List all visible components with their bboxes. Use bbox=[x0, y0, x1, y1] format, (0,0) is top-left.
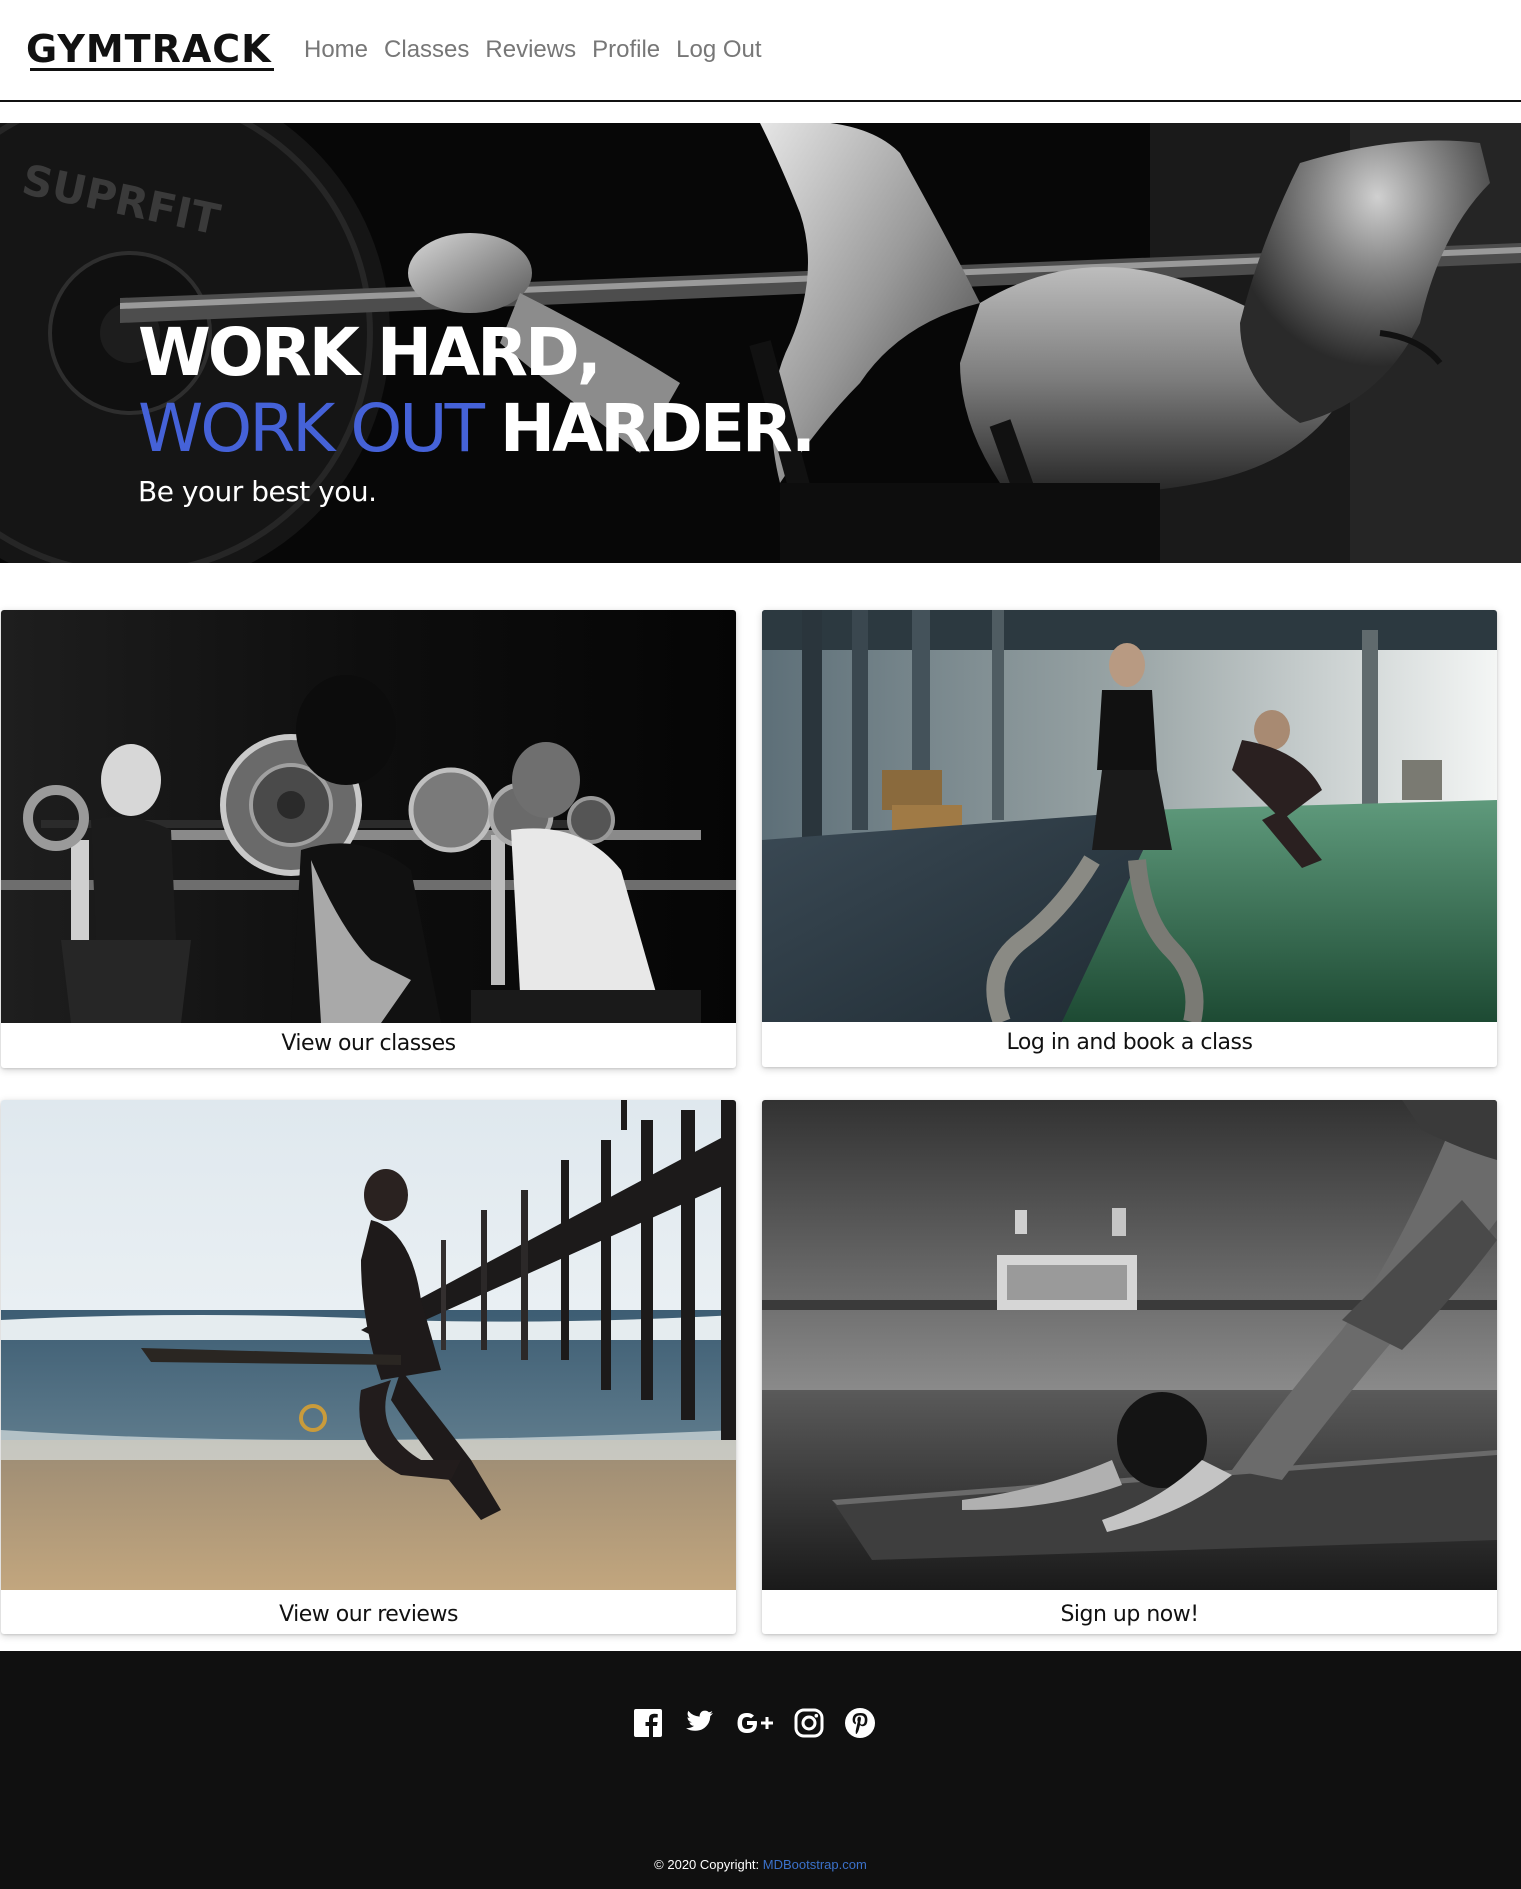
brand-logo[interactable]: GYMTRACK bbox=[26, 28, 272, 70]
pinterest-icon[interactable] bbox=[844, 1707, 876, 1739]
card-sign-up[interactable]: Sign up now! bbox=[762, 1100, 1497, 1634]
nav-link-classes[interactable]: Classes bbox=[384, 36, 469, 64]
card-caption-classes[interactable]: View our classes bbox=[1, 1031, 736, 1056]
beach-runner-pier-photo bbox=[1, 1100, 736, 1590]
card-caption-book[interactable]: Log in and book a class bbox=[762, 1030, 1497, 1055]
facebook-icon[interactable] bbox=[634, 1709, 662, 1737]
nav-link-profile[interactable]: Profile bbox=[592, 36, 660, 64]
copyright-link[interactable]: MDBootstrap.com bbox=[763, 1857, 867, 1872]
nav-link-home[interactable]: Home bbox=[304, 36, 368, 64]
card-caption-reviews[interactable]: View our reviews bbox=[1, 1602, 736, 1627]
hero-banner: SUPRFIT WORK HARD, WORK OUT HARDER. Be y… bbox=[0, 123, 1521, 563]
navbar: GYMTRACK Home Classes Reviews Profile Lo… bbox=[0, 0, 1521, 102]
social-icons bbox=[634, 1707, 876, 1739]
hero-subtitle: Be your best you. bbox=[138, 475, 377, 508]
hero-strong-text: HARDER. bbox=[499, 390, 816, 467]
hero-line-1: WORK HARD, bbox=[138, 314, 602, 391]
footer: © 2020 Copyright: MDBootstrap.com bbox=[0, 1651, 1521, 1889]
hero-accent-text: WORK OUT bbox=[138, 390, 485, 467]
copyright-text: © 2020 Copyright: bbox=[654, 1857, 760, 1872]
group-barbell-squat-photo bbox=[1, 610, 736, 1023]
hero-line-2: WORK OUT HARDER. bbox=[138, 390, 816, 467]
yoga-downward-dog-photo bbox=[762, 1100, 1497, 1590]
card-caption-signup[interactable]: Sign up now! bbox=[762, 1602, 1497, 1627]
card-view-reviews[interactable]: View our reviews bbox=[1, 1100, 736, 1634]
instagram-icon[interactable] bbox=[794, 1708, 824, 1738]
battle-ropes-gym-photo bbox=[762, 610, 1497, 1022]
nav-links: Home Classes Reviews Profile Log Out bbox=[304, 36, 762, 64]
card-view-classes[interactable]: View our classes bbox=[1, 610, 736, 1068]
twitter-icon[interactable] bbox=[682, 1709, 714, 1737]
hero-headline: WORK HARD, WORK OUT HARDER. Be your best… bbox=[138, 314, 816, 509]
logo-underline bbox=[30, 68, 274, 71]
copyright: © 2020 Copyright: MDBootstrap.com bbox=[0, 1857, 1521, 1872]
nav-link-log-out[interactable]: Log Out bbox=[676, 36, 761, 64]
google-plus-icon[interactable] bbox=[734, 1709, 774, 1737]
nav-link-reviews[interactable]: Reviews bbox=[485, 36, 576, 64]
card-book-class[interactable]: Log in and book a class bbox=[762, 610, 1497, 1067]
